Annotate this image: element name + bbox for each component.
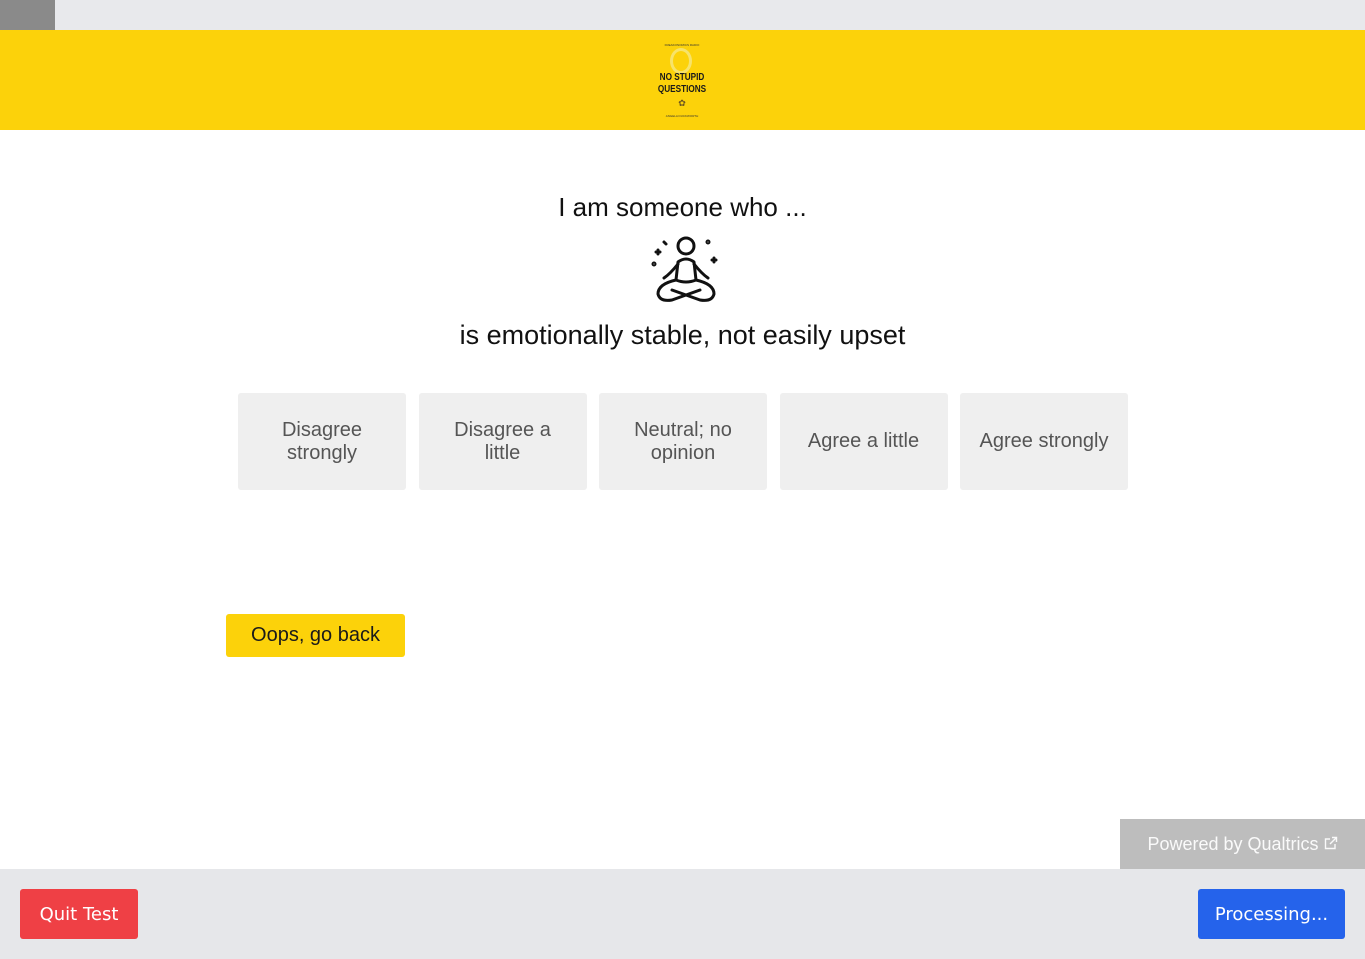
logo-bottom-text: ANGELA DUCKWORTH xyxy=(665,114,699,118)
external-link-icon xyxy=(1324,834,1338,855)
meditation-icon xyxy=(650,234,722,310)
choice-agree-strongly[interactable]: Agree strongly xyxy=(960,393,1128,490)
powered-by-qualtrics-link[interactable]: Powered by Qualtrics xyxy=(1120,819,1365,869)
logo-top-text: FREAKONOMICS RADIO xyxy=(664,43,700,47)
powered-by-label: Powered by Qualtrics xyxy=(1147,833,1319,854)
go-back-button[interactable]: Oops, go back xyxy=(226,614,405,657)
choice-neutral[interactable]: Neutral; no opinion xyxy=(599,393,767,490)
footer-bar: Quit Test Processing... xyxy=(0,869,1365,959)
logo-title: NO STUPID QUESTIONS xyxy=(656,72,708,96)
next-processing-button[interactable]: Processing... xyxy=(1198,889,1345,939)
logo-mark-icon: ✿ xyxy=(678,98,686,108)
progress-fill xyxy=(0,0,55,30)
quit-test-button[interactable]: Quit Test xyxy=(20,889,138,939)
question-statement: is emotionally stable, not easily upset xyxy=(459,320,906,350)
progress-bar xyxy=(0,0,1365,30)
logo-ring-icon xyxy=(670,48,692,74)
choice-disagree-a-little[interactable]: Disagree a little xyxy=(418,393,587,490)
header-banner: FREAKONOMICS RADIO NO STUPID QUESTIONS ✿… xyxy=(0,30,1365,130)
logo-title-line1: NO STUPID xyxy=(659,72,705,83)
logo-title-line2: QUESTIONS xyxy=(657,84,707,95)
podcast-logo: FREAKONOMICS RADIO NO STUPID QUESTIONS ✿… xyxy=(650,40,714,120)
choice-agree-a-little[interactable]: Agree a little xyxy=(779,393,948,490)
answer-choices: Disagree strongly Disagree a little Neut… xyxy=(238,393,1128,490)
choice-disagree-strongly[interactable]: Disagree strongly xyxy=(238,393,406,490)
question-intro: I am someone who ... xyxy=(558,192,807,222)
